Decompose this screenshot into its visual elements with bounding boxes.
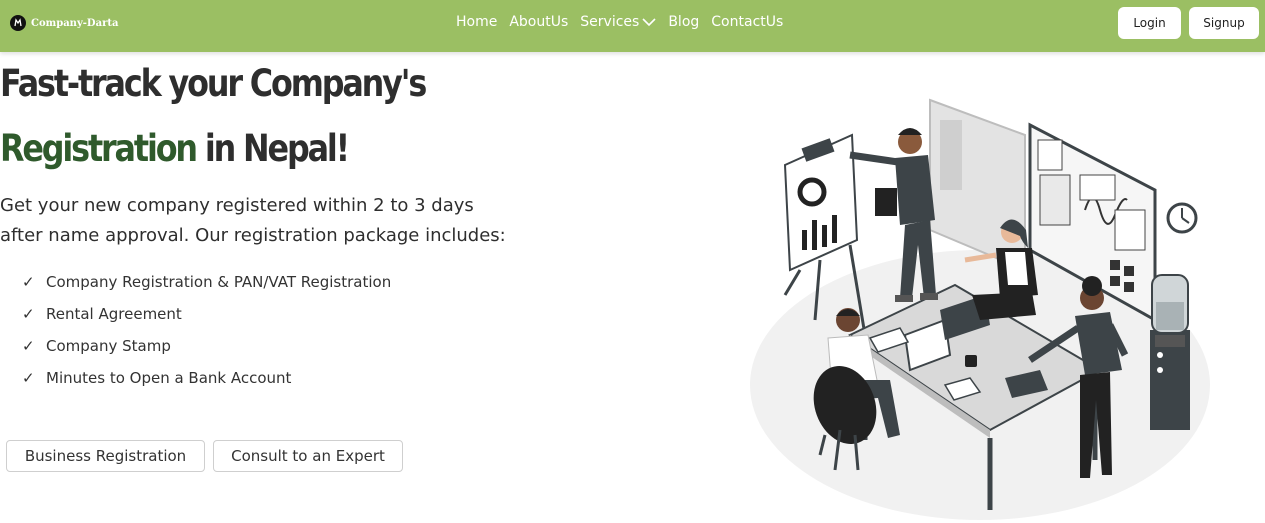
login-button[interactable]: Login [1118, 7, 1181, 39]
business-registration-button[interactable]: Business Registration [6, 440, 205, 472]
consult-expert-button[interactable]: Consult to an Expert [213, 440, 403, 472]
hero-title-rest: in Nepal! [204, 127, 350, 170]
hero-title-accent: Registration [0, 127, 198, 170]
nav-about[interactable]: AboutUs [509, 14, 568, 30]
feature-text: Rental Agreement [46, 305, 182, 323]
nav-contact[interactable]: ContactUs [711, 14, 783, 30]
feature-text: Minutes to Open a Bank Account [46, 369, 292, 387]
check-icon: ✓ [22, 273, 35, 291]
check-icon: ✓ [22, 369, 35, 387]
nav-home[interactable]: Home [456, 14, 497, 30]
signup-button[interactable]: Signup [1189, 7, 1259, 39]
feature-text: Company Stamp [46, 337, 171, 355]
chevron-down-icon [642, 18, 656, 27]
check-icon: ✓ [22, 305, 35, 323]
brand-name: Company-Darta [31, 17, 119, 29]
brand[interactable]: Company-Darta [10, 15, 118, 31]
top-navbar: Company-Darta Home AboutUs Services Blog… [0, 0, 1265, 52]
nav-blog[interactable]: Blog [668, 14, 699, 30]
feature-list: ✓ Company Registration & PAN/VAT Registr… [22, 266, 391, 394]
feature-item: ✓ Company Stamp [22, 330, 391, 362]
hero-description: Get your new company registered within 2… [0, 195, 506, 246]
hero-title-line1: Fast-track your Company's [0, 62, 427, 105]
nav-services-label: Services [580, 14, 640, 30]
feature-text: Company Registration & PAN/VAT Registrat… [46, 273, 392, 291]
feature-item: ✓ Rental Agreement [22, 298, 391, 330]
hero-title-line2: Registration in Nepal! [0, 127, 350, 170]
feature-item: ✓ Company Registration & PAN/VAT Registr… [22, 266, 391, 298]
company-logo-icon [10, 15, 26, 31]
office-meeting-illustration [750, 98, 1210, 520]
nav-links: Home AboutUs Services Blog ContactUs [456, 14, 783, 30]
nav-services[interactable]: Services [580, 14, 656, 30]
check-icon: ✓ [22, 337, 35, 355]
feature-item: ✓ Minutes to Open a Bank Account [22, 362, 391, 394]
